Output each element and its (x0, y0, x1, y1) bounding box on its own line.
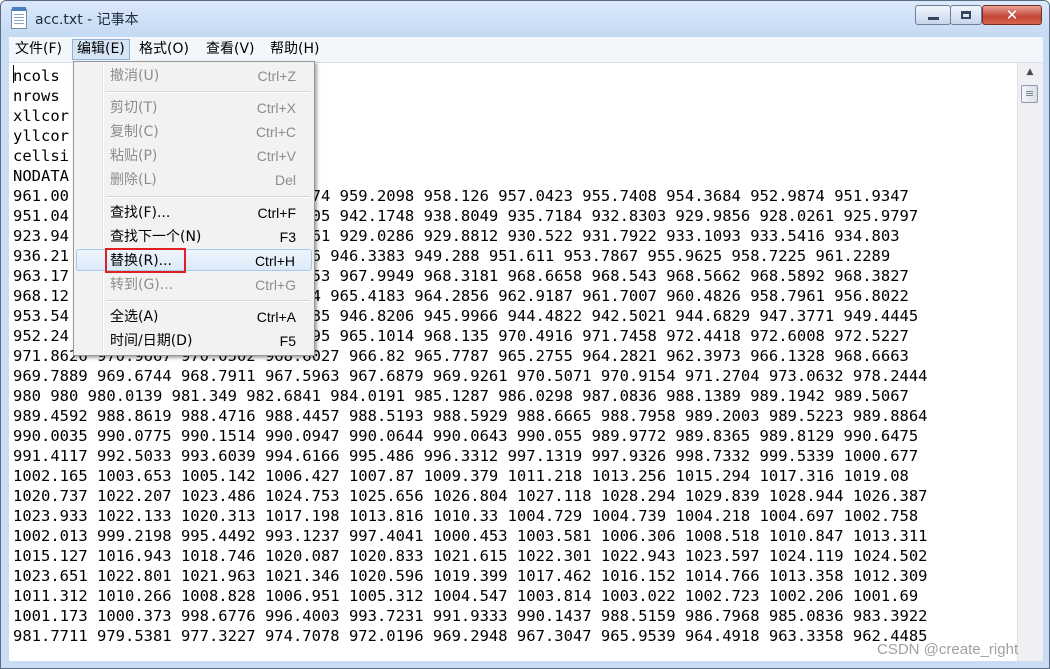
text-line: 989.4592 988.8619 988.4716 988.4457 988.… (13, 407, 928, 425)
text-line: 1020.737 1022.207 1023.486 1024.753 1025… (13, 487, 928, 505)
menu-item-time-date[interactable]: 时间/日期(D) F5 (76, 330, 312, 352)
window-title: acc.txt - 记事本 (35, 12, 139, 28)
text-line: nrows (13, 87, 60, 105)
text-line: 1023.651 1022.801 1021.963 1021.346 1020… (13, 567, 928, 585)
menu-item-shortcut: Ctrl+H (254, 253, 295, 269)
scroll-thumb[interactable] (1021, 85, 1038, 103)
text-line: 1002.013 999.2198 995.4492 993.1237 997.… (13, 527, 928, 545)
menu-separator (106, 91, 310, 93)
text-line: 1002.165 1003.653 1005.142 1006.427 1007… (13, 467, 909, 485)
menu-item-select-all[interactable]: 全选(A) Ctrl+A (76, 306, 312, 328)
replace-annotation-box (105, 248, 186, 273)
menu-item-shortcut: Ctrl+F (257, 205, 297, 221)
menu-item-copy[interactable]: 复制(C) Ctrl+C (76, 121, 312, 143)
vertical-scrollbar[interactable]: ▲ (1017, 63, 1043, 661)
text-line: cellsi (13, 147, 69, 165)
menu-item-find[interactable]: 查找(F)... Ctrl+F (76, 202, 312, 224)
menu-item-cut[interactable]: 剪切(T) Ctrl+X (76, 97, 312, 119)
text-line: yllcor (13, 127, 69, 145)
menu-item-label: 查找(F)... (110, 205, 171, 221)
menu-item-label: 查找下一个(N) (110, 229, 202, 245)
maximize-icon (961, 11, 971, 19)
menu-item-label: 时间/日期(D) (110, 333, 193, 349)
text-line: 991.4117 992.5033 993.6039 994.6166 995.… (13, 447, 919, 465)
scroll-up-arrow-icon[interactable]: ▲ (1018, 63, 1042, 81)
text-line: 969.7889 969.6744 968.7911 967.5963 967.… (13, 367, 928, 385)
menu-item-paste[interactable]: 粘贴(P) Ctrl+V (76, 145, 312, 167)
menu-file[interactable]: 文件(F) (11, 39, 66, 60)
menu-view[interactable]: 查看(V) (202, 39, 259, 60)
menu-item-label: 复制(C) (110, 124, 159, 140)
menu-edit[interactable]: 编辑(E) (72, 39, 130, 60)
menu-item-shortcut: Ctrl+C (255, 124, 296, 140)
menu-item-find-next[interactable]: 查找下一个(N) F3 (76, 226, 312, 248)
menu-item-label: 删除(L) (110, 172, 157, 188)
text-line: NODATA (13, 167, 69, 185)
menu-item-shortcut: Del (274, 172, 296, 188)
menu-item-label: 撤消(U) (110, 68, 160, 84)
notepad-window: acc.txt - 记事本 ✕ 文件(F) 编辑(E) 格式(O) 查看(V) … (0, 0, 1050, 669)
text-line: 981.7711 979.5381 977.3227 974.7078 972.… (13, 627, 928, 645)
menu-item-shortcut: Ctrl+G (255, 277, 296, 293)
menu-item-label: 粘贴(P) (110, 148, 158, 164)
close-icon: ✕ (1005, 6, 1019, 24)
text-caret (13, 65, 14, 83)
edit-menu-dropdown: 撤消(U) Ctrl+Z 剪切(T) Ctrl+X 复制(C) Ctrl+C 粘… (73, 61, 315, 356)
title-bar[interactable]: acc.txt - 记事本 ✕ (1, 1, 1049, 37)
minimize-button[interactable] (915, 5, 951, 25)
watermark: CSDN @create_right (877, 641, 1019, 658)
text-line: 1001.173 1000.373 998.6776 996.4003 993.… (13, 607, 928, 625)
minimize-icon (927, 16, 939, 20)
menu-item-label: 全选(A) (110, 309, 159, 325)
menu-item-shortcut: Ctrl+A (256, 309, 296, 325)
menu-item-label: 剪切(T) (110, 100, 158, 116)
menu-item-delete[interactable]: 删除(L) Del (76, 169, 312, 191)
menu-help[interactable]: 帮助(H) (266, 39, 323, 60)
text-line: xllcor (13, 107, 69, 125)
text-line: 1011.312 1010.266 1008.828 1006.951 1005… (13, 587, 919, 605)
menu-separator (106, 196, 310, 198)
notepad-icon (11, 7, 27, 29)
menu-separator (106, 300, 310, 302)
menu-bar: 文件(F) 编辑(E) 格式(O) 查看(V) 帮助(H) (9, 37, 1043, 63)
maximize-button[interactable] (950, 5, 982, 25)
menu-item-label: 转到(G)... (110, 277, 174, 293)
text-line: ncols (13, 67, 60, 85)
menu-item-goto[interactable]: 转到(G)... Ctrl+G (76, 274, 312, 296)
text-line: 980 980 980.0139 981.349 982.6841 984.01… (13, 387, 909, 405)
text-line: 1015.127 1016.943 1018.746 1020.087 1020… (13, 547, 928, 565)
menu-item-shortcut: Ctrl+Z (257, 68, 297, 84)
text-line: 990.0035 990.0775 990.1514 990.0947 990.… (13, 427, 919, 445)
menu-item-shortcut: F3 (279, 229, 296, 245)
menu-format[interactable]: 格式(O) (135, 39, 193, 60)
menu-item-shortcut: F5 (279, 333, 296, 349)
menu-item-shortcut: Ctrl+V (256, 148, 296, 164)
menu-item-shortcut: Ctrl+X (256, 100, 296, 116)
close-button[interactable]: ✕ (982, 5, 1042, 25)
menu-item-undo[interactable]: 撤消(U) Ctrl+Z (76, 65, 312, 87)
text-line: 1023.933 1022.133 1020.313 1017.198 1013… (13, 507, 919, 525)
